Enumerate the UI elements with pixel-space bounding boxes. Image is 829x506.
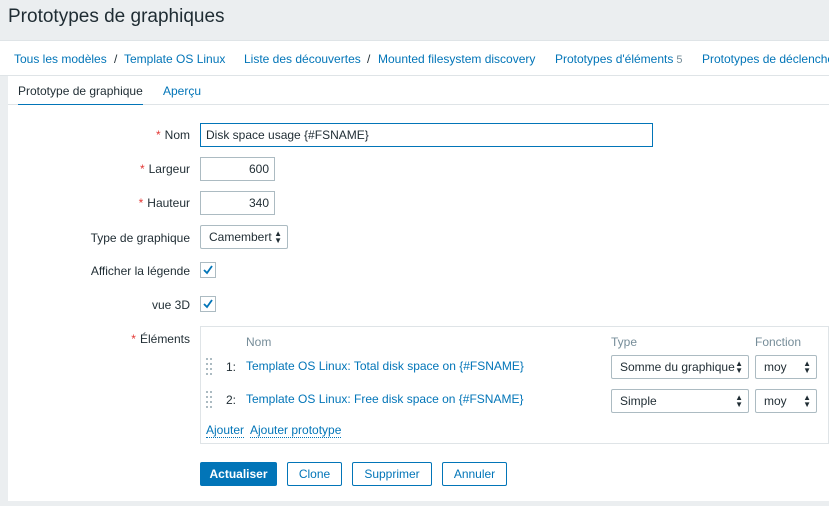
- width-label: * Largeur: [139, 162, 190, 176]
- name-label: * Nom: [155, 128, 190, 142]
- column-header-type: Type: [611, 335, 638, 349]
- width-field[interactable]: 600: [200, 157, 275, 181]
- item-function-value: moy: [764, 360, 787, 374]
- show-legend-label: Afficher la légende: [90, 264, 190, 278]
- add-item-link[interactable]: Ajouter: [206, 423, 245, 438]
- graph-type-value: Camembert: [209, 230, 272, 244]
- cancel-button[interactable]: Annuler: [442, 462, 507, 486]
- elements-label: * Éléments: [131, 332, 190, 346]
- clone-button[interactable]: Clone: [287, 462, 342, 486]
- form-panel: * Nom Disk space usage {#FSNAME} * Largeur…: [8, 105, 829, 501]
- required-marker: *: [139, 162, 145, 176]
- view-3d-checkbox[interactable]: [200, 296, 216, 312]
- select-arrows-icon: ▲ ▼: [274, 229, 282, 245]
- column-header-function: Fonction: [755, 335, 802, 349]
- checkmark-icon: [203, 299, 213, 309]
- show-legend-checkbox[interactable]: [200, 262, 216, 278]
- breadcrumb-item-prototypes-label: Prototypes d'éléments: [555, 52, 674, 66]
- checkmark-icon: [203, 265, 213, 275]
- item-function-value: moy: [764, 394, 787, 408]
- tab-graph-prototype[interactable]: Prototype de graphique: [18, 84, 143, 106]
- item-number: 1:: [226, 360, 237, 374]
- item-prototypes-count: 5: [676, 54, 683, 66]
- elements-table: Nom Type Fonction 1: Template OS Linux: …: [200, 326, 829, 444]
- select-arrows-icon: ▲ ▼: [735, 393, 743, 409]
- tab-preview[interactable]: Aperçu: [163, 84, 201, 98]
- item-name-link[interactable]: Template OS Linux: Free disk space on {#…: [246, 392, 523, 406]
- item-function-select[interactable]: moy ▲ ▼: [755, 389, 817, 413]
- item-type-value: Somme du graphique: [620, 360, 735, 374]
- required-marker: *: [131, 332, 136, 346]
- item-number: 2:: [226, 393, 237, 407]
- required-marker: *: [138, 196, 144, 210]
- item-name-link[interactable]: Template OS Linux: Total disk space on {…: [246, 359, 524, 373]
- breadcrumb-template[interactable]: Template OS Linux: [124, 52, 225, 66]
- update-button[interactable]: Actualiser: [200, 462, 277, 486]
- item-type-select[interactable]: Simple ▲ ▼: [611, 389, 749, 413]
- drag-handle-icon[interactable]: [206, 358, 214, 376]
- select-arrows-icon: ▲ ▼: [735, 359, 743, 375]
- item-type-value: Simple: [620, 394, 657, 408]
- item-function-select[interactable]: moy ▲ ▼: [755, 355, 817, 379]
- breadcrumb-separator: /: [114, 52, 118, 66]
- select-arrows-icon: ▲ ▼: [803, 393, 811, 409]
- column-header-name: Nom: [246, 335, 272, 349]
- height-field[interactable]: 340: [200, 191, 275, 215]
- breadcrumb-trigger-prototypes[interactable]: Prototypes de déclenche: [702, 52, 829, 66]
- breadcrumb: Tous les modèles / Template OS Linux Lis…: [0, 40, 829, 76]
- item-type-select[interactable]: Somme du graphique ▲ ▼: [611, 355, 749, 379]
- graph-type-label: Type de graphique: [90, 231, 190, 245]
- required-marker: *: [155, 128, 161, 142]
- breadcrumb-item-prototypes[interactable]: Prototypes d'éléments 5: [555, 52, 682, 66]
- delete-button[interactable]: Supprimer: [352, 462, 432, 486]
- breadcrumb-discovery-list[interactable]: Liste des découvertes: [244, 52, 361, 66]
- breadcrumb-separator: /: [367, 52, 371, 66]
- height-label: * Hauteur: [138, 196, 190, 210]
- tab-bar: Prototype de graphique Aperçu: [8, 76, 829, 106]
- drag-handle-icon[interactable]: [206, 391, 214, 409]
- graph-type-select[interactable]: Camembert ▲ ▼: [200, 225, 288, 249]
- breadcrumb-all-templates[interactable]: Tous les modèles: [14, 52, 107, 66]
- name-field[interactable]: Disk space usage {#FSNAME}: [200, 123, 653, 147]
- page-title: Prototypes de graphiques: [8, 6, 225, 27]
- add-prototype-link[interactable]: Ajouter prototype: [250, 423, 342, 438]
- breadcrumb-discovery-rule[interactable]: Mounted filesystem discovery: [378, 52, 535, 66]
- view-3d-label: vue 3D: [151, 298, 190, 312]
- select-arrows-icon: ▲ ▼: [803, 359, 811, 375]
